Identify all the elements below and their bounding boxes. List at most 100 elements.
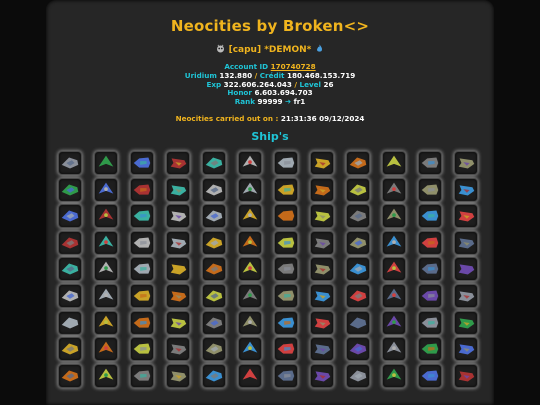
ship-tile[interactable] — [382, 151, 406, 175]
ship-tile[interactable] — [310, 257, 334, 282]
ship-tile[interactable] — [202, 230, 226, 255]
ship-tile[interactable] — [58, 363, 82, 388]
ship-tile[interactable] — [238, 204, 262, 229]
ship-tile[interactable] — [346, 257, 370, 282]
ship-tile[interactable] — [346, 204, 370, 229]
ship-tile[interactable] — [166, 310, 190, 335]
ship-tile[interactable] — [310, 337, 334, 362]
ship-tile[interactable] — [346, 151, 370, 175]
ship-tile[interactable] — [238, 310, 262, 335]
ship-tile[interactable] — [418, 151, 442, 175]
ship-tile[interactable] — [346, 337, 370, 362]
ship-tile[interactable] — [94, 284, 118, 308]
ship-tile[interactable] — [346, 363, 370, 388]
ship-tile[interactable] — [166, 363, 190, 388]
ship-tile[interactable] — [346, 177, 370, 202]
ship-tile[interactable] — [238, 257, 262, 282]
ship-tile[interactable] — [274, 204, 298, 229]
ship-tile[interactable] — [166, 230, 190, 255]
ship-tile[interactable] — [382, 177, 406, 202]
ship-tile[interactable] — [418, 204, 442, 229]
ship-tile[interactable] — [274, 363, 298, 388]
ship-tile[interactable] — [130, 337, 154, 362]
ship-tile[interactable] — [346, 284, 370, 308]
ship-tile[interactable] — [58, 151, 82, 175]
ship-tile[interactable] — [418, 363, 442, 388]
ship-tile[interactable] — [130, 284, 154, 308]
ship-tile[interactable] — [382, 257, 406, 282]
ship-tile[interactable] — [274, 310, 298, 335]
ship-tile[interactable] — [58, 204, 82, 229]
ship-tile[interactable] — [166, 177, 190, 202]
ship-tile[interactable] — [418, 257, 442, 282]
ship-tile[interactable] — [310, 230, 334, 255]
ship-tile[interactable] — [274, 284, 298, 308]
ship-tile[interactable] — [454, 204, 478, 229]
ship-tile[interactable] — [382, 230, 406, 255]
ship-tile[interactable] — [382, 284, 406, 308]
ship-tile[interactable] — [166, 337, 190, 362]
ship-tile[interactable] — [310, 284, 334, 308]
ship-tile[interactable] — [238, 151, 262, 175]
ship-tile[interactable] — [238, 337, 262, 362]
ship-tile[interactable] — [202, 363, 226, 388]
ship-tile[interactable] — [58, 337, 82, 362]
ship-tile[interactable] — [310, 363, 334, 388]
ship-tile[interactable] — [166, 204, 190, 229]
ship-tile[interactable] — [310, 177, 334, 202]
ship-tile[interactable] — [58, 310, 82, 335]
ship-tile[interactable] — [310, 310, 334, 335]
ship-tile[interactable] — [418, 177, 442, 202]
ship-tile[interactable] — [274, 337, 298, 362]
ship-tile[interactable] — [238, 177, 262, 202]
ship-tile[interactable] — [94, 257, 118, 282]
ship-tile[interactable] — [418, 337, 442, 362]
ship-tile[interactable] — [382, 310, 406, 335]
ship-tile[interactable] — [454, 177, 478, 202]
ship-tile[interactable] — [274, 177, 298, 202]
ship-tile[interactable] — [58, 230, 82, 255]
ship-tile[interactable] — [454, 363, 478, 388]
ship-tile[interactable] — [382, 337, 406, 362]
ship-tile[interactable] — [202, 177, 226, 202]
ship-tile[interactable] — [202, 257, 226, 282]
ship-tile[interactable] — [238, 284, 262, 308]
ship-tile[interactable] — [94, 177, 118, 202]
ship-tile[interactable] — [130, 177, 154, 202]
ship-tile[interactable] — [130, 204, 154, 229]
ship-tile[interactable] — [94, 204, 118, 229]
ship-tile[interactable] — [454, 337, 478, 362]
ship-tile[interactable] — [130, 257, 154, 282]
ship-tile[interactable] — [130, 151, 154, 175]
ship-tile[interactable] — [454, 230, 478, 255]
ship-tile[interactable] — [346, 310, 370, 335]
ship-tile[interactable] — [94, 151, 118, 175]
ship-tile[interactable] — [94, 363, 118, 388]
ship-tile[interactable] — [58, 257, 82, 282]
ship-tile[interactable] — [274, 257, 298, 282]
ship-tile[interactable] — [454, 284, 478, 308]
ship-tile[interactable] — [382, 204, 406, 229]
ship-tile[interactable] — [202, 151, 226, 175]
ship-tile[interactable] — [418, 284, 442, 308]
ship-tile[interactable] — [382, 363, 406, 388]
ship-tile[interactable] — [310, 204, 334, 229]
ship-tile[interactable] — [310, 151, 334, 175]
ship-tile[interactable] — [238, 230, 262, 255]
ship-tile[interactable] — [202, 204, 226, 229]
ship-tile[interactable] — [418, 230, 442, 255]
ship-tile[interactable] — [58, 177, 82, 202]
ship-tile[interactable] — [202, 310, 226, 335]
account-id-link[interactable]: 170740728 — [271, 62, 316, 71]
ship-tile[interactable] — [94, 337, 118, 362]
ship-tile[interactable] — [94, 230, 118, 255]
ship-tile[interactable] — [418, 310, 442, 335]
ship-tile[interactable] — [454, 310, 478, 335]
ship-tile[interactable] — [346, 230, 370, 255]
ship-tile[interactable] — [238, 363, 262, 388]
ship-tile[interactable] — [166, 151, 190, 175]
ship-tile[interactable] — [454, 257, 478, 282]
ship-tile[interactable] — [94, 310, 118, 335]
ship-tile[interactable] — [202, 337, 226, 362]
ship-tile[interactable] — [130, 230, 154, 255]
